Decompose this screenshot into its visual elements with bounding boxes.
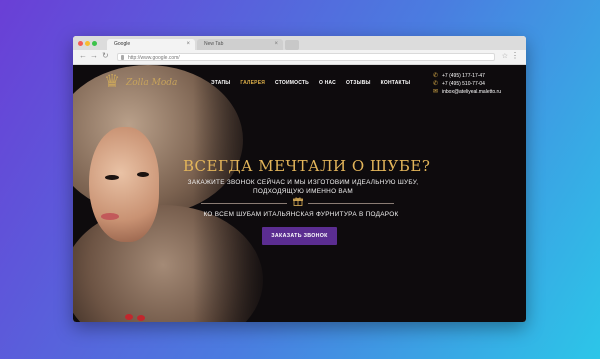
hero-subtitle: ЗАКАЖИТЕ ЗВОНОК СЕЙЧАС И МЫ ИЗГОТОВИМ ИД…	[185, 178, 421, 196]
nav-item-contacts[interactable]: КОНТАКТЫ	[381, 80, 411, 86]
hero-subtitle-line-1: ЗАКАЖИТЕ ЗВОНОК СЕЙЧАС И МЫ ИЗГОТОВИМ ИД…	[187, 179, 419, 186]
tab-label: New Tab	[204, 41, 224, 47]
nav-item-gallery[interactable]: ГАЛЕРЕЯ	[240, 80, 265, 86]
browser-window: Google × New Tab × ← → ↻ http://www.goog…	[73, 36, 526, 322]
url-text: http://www.google.com/	[128, 55, 180, 61]
gift-icon	[293, 197, 303, 206]
email-row[interactable]: ✉ inbox@ateliyeal.maletto.ru	[433, 89, 501, 97]
phone-icon: ✆	[433, 73, 439, 79]
nav-item-about[interactable]: О НАС	[319, 80, 336, 86]
email-address: inbox@ateliyeal.maletto.ru	[442, 89, 501, 95]
website-page: ♛ Zolla Moda ЭТАПЫ ГАЛЕРЕЯ СТОИМОСТЬ О Н…	[73, 65, 526, 322]
back-arrow-icon[interactable]: ←	[79, 51, 87, 60]
new-tab-button[interactable]	[285, 40, 299, 50]
logo-text: Zolla Moda	[126, 78, 178, 88]
minimize-window-icon[interactable]	[85, 41, 90, 46]
header-contacts: ✆ +7 (495) 177-17-47 ✆ +7 (495) 510-77-0…	[433, 73, 501, 97]
nav-item-price[interactable]: СТОИМОСТЬ	[275, 80, 309, 86]
phone-row-1[interactable]: ✆ +7 (495) 177-17-47	[433, 73, 501, 81]
bookmark-star-icon[interactable]: ☆	[502, 52, 508, 60]
nav-item-stages[interactable]: ЭТАПЫ	[211, 80, 230, 86]
maximize-window-icon[interactable]	[92, 41, 97, 46]
phone-icon: ✆	[433, 81, 439, 87]
close-tab-icon[interactable]: ×	[274, 39, 278, 50]
forward-arrow-icon[interactable]: →	[90, 51, 98, 60]
tab-new-tab[interactable]: New Tab ×	[197, 39, 283, 50]
hero-subtitle-line-2: ПОДХОДЯЩУЮ ИМЕННО ВАМ	[253, 188, 353, 195]
lock-icon	[121, 55, 124, 60]
divider-right	[308, 203, 394, 204]
gift-offer-text: КО ВСЕМ ШУБАМ ИТАЛЬЯНСКАЯ ФУРНИТУРА В ПО…	[203, 211, 399, 218]
nav-item-reviews[interactable]: ОТЗЫВЫ	[346, 80, 371, 86]
tab-google[interactable]: Google ×	[107, 39, 195, 50]
close-window-icon[interactable]	[78, 41, 83, 46]
address-toolbar: ← → ↻ http://www.google.com/ ☆ ⋮	[73, 50, 526, 65]
phone-number: +7 (495) 510-77-04	[442, 81, 485, 87]
phone-row-2[interactable]: ✆ +7 (495) 510-77-04	[433, 81, 501, 89]
main-navigation: ЭТАПЫ ГАЛЕРЕЯ СТОИМОСТЬ О НАС ОТЗЫВЫ КОН…	[211, 80, 420, 86]
tab-bar: Google × New Tab ×	[73, 36, 526, 50]
tab-label: Google	[114, 41, 131, 47]
site-logo[interactable]: ♛ Zolla Moda	[104, 71, 178, 94]
mail-icon: ✉	[433, 89, 439, 95]
order-call-button[interactable]: ЗАКАЗАТЬ ЗВОНОК	[262, 227, 337, 245]
browser-menu-icon[interactable]: ⋮	[511, 51, 519, 60]
phone-number: +7 (495) 177-17-47	[442, 73, 485, 79]
divider-left	[201, 203, 287, 204]
reload-icon[interactable]: ↻	[102, 51, 109, 60]
address-bar[interactable]: http://www.google.com/	[117, 53, 495, 61]
close-tab-icon[interactable]: ×	[186, 39, 190, 50]
logo-crest-icon: ♛	[104, 71, 121, 92]
hero-title: ВСЕГДА МЕЧТАЛИ О ШУБЕ?	[183, 157, 431, 175]
